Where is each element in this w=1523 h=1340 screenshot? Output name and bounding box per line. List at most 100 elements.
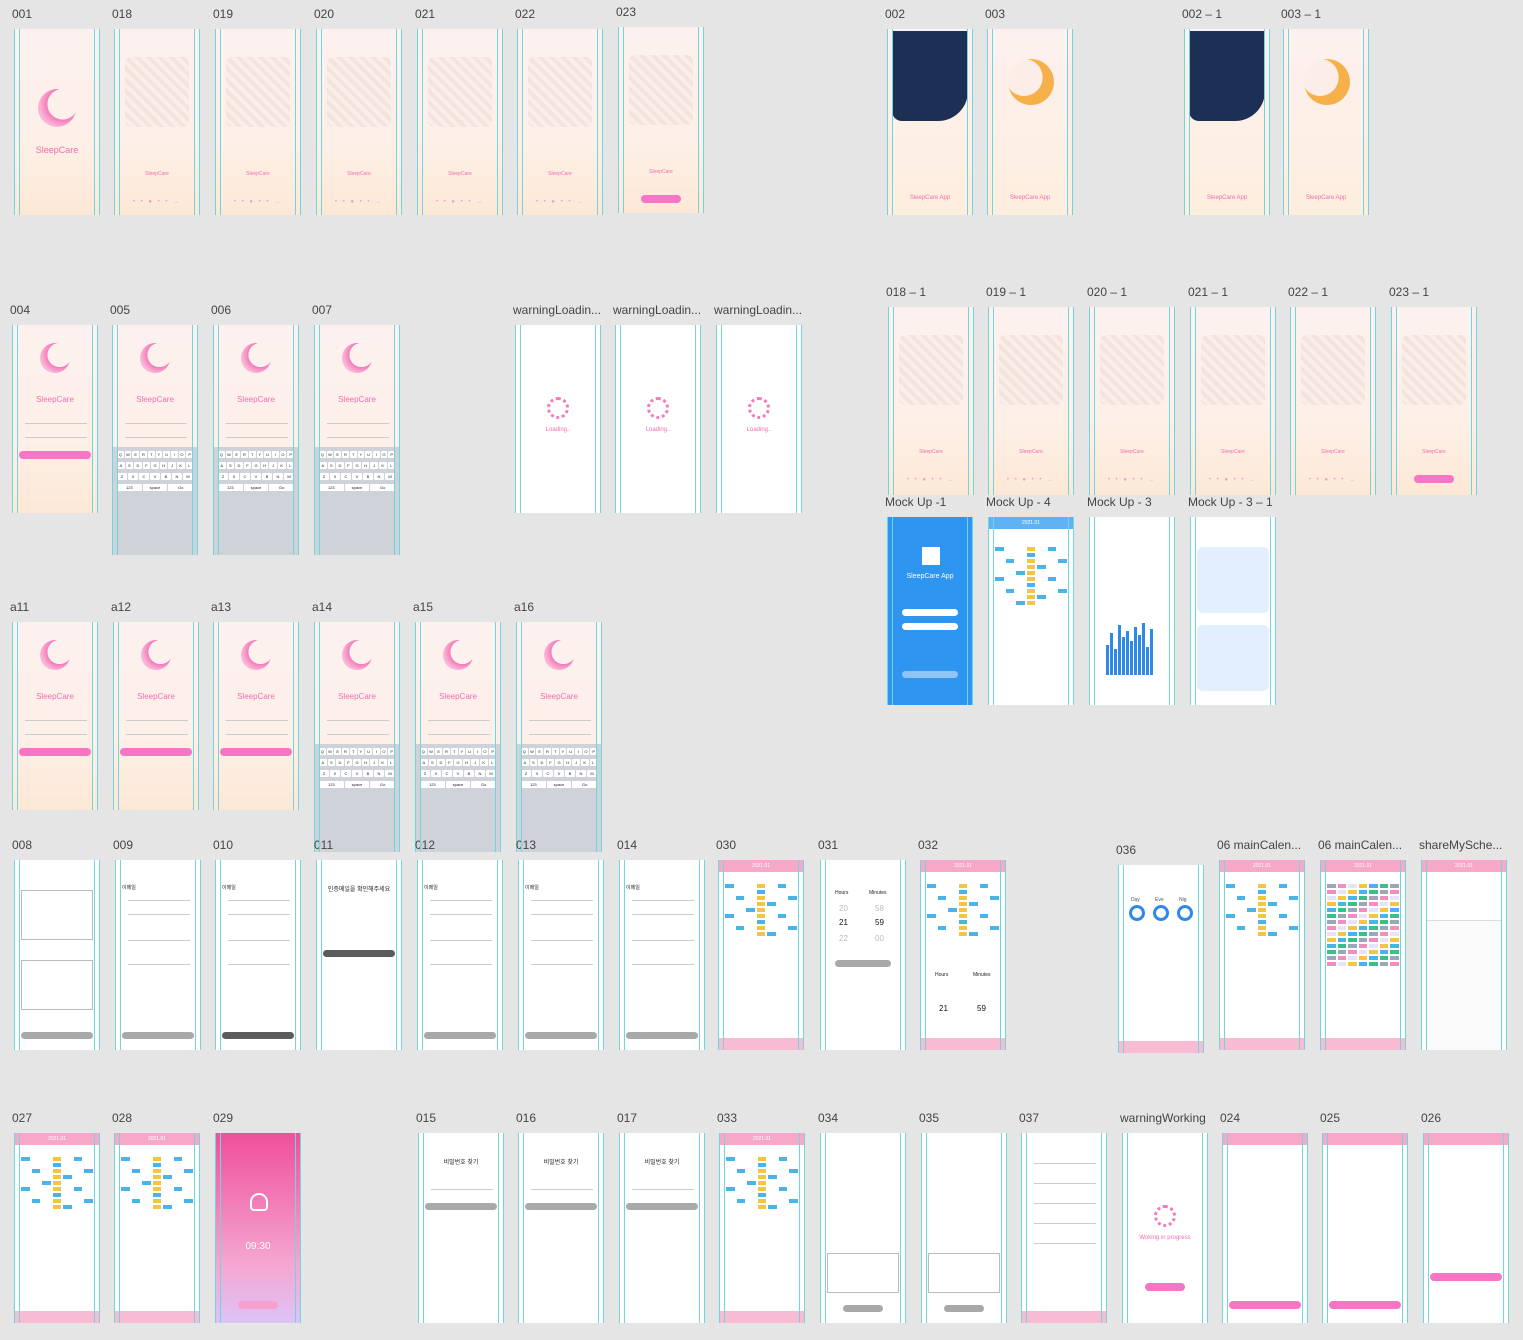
calendar-day-cell[interactable] <box>788 932 797 936</box>
calendar-day-cell[interactable] <box>1379 950 1389 954</box>
input-underline[interactable] <box>125 423 187 424</box>
calendar-day-cell[interactable] <box>1289 896 1298 900</box>
calendar-day-cell[interactable] <box>1337 914 1347 918</box>
calendar-day-cell[interactable] <box>1390 920 1399 924</box>
calendar-day-cell[interactable] <box>948 884 957 888</box>
calendar-day-cell[interactable] <box>789 1175 798 1179</box>
start-button[interactable] <box>641 195 681 203</box>
calendar-day-cell[interactable] <box>1327 890 1336 894</box>
key[interactable]: H <box>159 462 168 469</box>
calendar-day-cell[interactable] <box>1379 908 1389 912</box>
calendar-day-cell[interactable] <box>1048 559 1057 563</box>
calendar-day-cell[interactable] <box>1348 908 1357 912</box>
calendar-day-cell[interactable] <box>163 1181 172 1185</box>
calendar-day-cell[interactable] <box>63 1169 72 1173</box>
bottom-tab-bar[interactable] <box>720 1311 804 1323</box>
calendar-day-cell[interactable] <box>778 902 787 906</box>
login-button[interactable] <box>19 451 91 459</box>
calendar-day-cell[interactable] <box>1337 926 1347 930</box>
calendar-day-cell[interactable] <box>1058 559 1067 563</box>
calendar-day-cell[interactable] <box>1379 890 1389 894</box>
key[interactable]: L <box>387 759 396 766</box>
calendar-day-cell[interactable] <box>768 1181 777 1185</box>
calendar-day-cell[interactable] <box>1279 932 1288 936</box>
calendar-day-cell[interactable] <box>1327 902 1336 906</box>
key[interactable]: O <box>582 748 590 755</box>
calendar-day-cell[interactable] <box>1058 565 1067 569</box>
calendar-day-cell[interactable] <box>927 902 936 906</box>
calendar-day-cell[interactable] <box>1390 908 1399 912</box>
calendar-day-cell[interactable] <box>1337 890 1347 894</box>
terms-box[interactable] <box>21 890 93 940</box>
calendar-day-cell[interactable] <box>1058 547 1067 551</box>
calendar-day-cell[interactable] <box>1279 926 1288 930</box>
calendar-day-cell[interactable] <box>1358 920 1368 924</box>
key[interactable]: R <box>544 748 551 755</box>
key[interactable]: I <box>372 748 380 755</box>
key[interactable]: space <box>243 484 269 491</box>
input-underline[interactable] <box>228 900 290 901</box>
calendar-day-cell[interactable] <box>1369 890 1378 894</box>
calendar-day-cell[interactable] <box>152 1175 162 1179</box>
set-time-button[interactable] <box>835 960 891 967</box>
key[interactable]: J <box>370 759 378 766</box>
calendar-day-cell[interactable] <box>1268 902 1277 906</box>
calendar-day-cell[interactable] <box>74 1169 83 1173</box>
calendar-day-cell[interactable] <box>1026 559 1036 563</box>
key[interactable]: E <box>334 748 342 755</box>
calendar-day-cell[interactable] <box>1006 553 1015 557</box>
key[interactable]: B <box>363 770 373 777</box>
calendar-day-cell[interactable] <box>1037 577 1046 581</box>
calendar-day-cell[interactable] <box>1358 962 1368 966</box>
calendar-day-cell[interactable] <box>725 920 734 924</box>
calendar-day-cell[interactable] <box>1390 884 1399 888</box>
calendar-day-cell[interactable] <box>1226 920 1235 924</box>
calendar-day-cell[interactable] <box>1268 884 1277 888</box>
input-underline[interactable] <box>632 1189 694 1190</box>
artboard-frame[interactable]: Mock Up - 3 – 1 <box>1188 495 1276 705</box>
calendar-day-cell[interactable] <box>1279 896 1288 900</box>
calendar-day-cell[interactable] <box>32 1193 41 1197</box>
artboard-frame[interactable]: 024 <box>1220 1111 1308 1323</box>
calendar-day-cell[interactable] <box>747 1205 756 1209</box>
calendar-day-cell[interactable] <box>969 902 978 906</box>
key[interactable]: M <box>587 770 597 777</box>
calendar-day-cell[interactable] <box>84 1187 93 1191</box>
calendar-day-cell[interactable] <box>163 1157 172 1161</box>
key[interactable]: 123 <box>319 484 344 491</box>
key[interactable]: P <box>489 748 497 755</box>
calendar-day-cell[interactable] <box>84 1205 93 1209</box>
mock-input[interactable] <box>902 623 958 630</box>
virtual-keyboard[interactable]: Q W E R T Y U I O P A S D F G H J K L Z X C V B N M 123 space Go <box>416 744 500 852</box>
calendar-day-cell[interactable] <box>1369 944 1378 948</box>
calendar-day-cell[interactable] <box>726 1169 735 1173</box>
calendar-day-cell[interactable] <box>142 1157 151 1161</box>
calendar-grid[interactable] <box>1226 884 1298 936</box>
calendar-day-cell[interactable] <box>1247 914 1256 918</box>
memo-box[interactable] <box>827 1253 899 1293</box>
calendar-day-cell[interactable] <box>1327 884 1336 888</box>
key[interactable]: X <box>229 473 239 480</box>
calendar-day-cell[interactable] <box>63 1205 72 1209</box>
calendar-day-cell[interactable] <box>174 1199 183 1203</box>
key[interactable]: P <box>388 451 396 458</box>
calendar-day-cell[interactable] <box>174 1175 183 1179</box>
calendar-day-cell[interactable] <box>1048 589 1057 593</box>
key[interactable]: P <box>590 748 598 755</box>
key[interactable]: B <box>363 473 373 480</box>
calendar-day-cell[interactable] <box>1226 884 1235 888</box>
key[interactable]: W <box>124 451 132 458</box>
calendar-day-cell[interactable] <box>747 1199 756 1203</box>
calendar-day-cell[interactable] <box>995 583 1004 587</box>
key[interactable]: M <box>183 473 193 480</box>
calendar-day-cell[interactable] <box>131 1169 141 1173</box>
calendar-day-cell[interactable] <box>1369 914 1378 918</box>
calendar-day-cell[interactable] <box>1026 577 1036 581</box>
calendar-day-cell[interactable] <box>1268 896 1277 900</box>
calendar-day-cell[interactable] <box>1348 932 1357 936</box>
calendar-day-cell[interactable] <box>1369 962 1378 966</box>
key[interactable]: F <box>243 462 252 469</box>
calendar-day-cell[interactable] <box>757 1181 767 1185</box>
key[interactable]: B <box>565 770 575 777</box>
calendar-day-cell[interactable] <box>736 908 745 912</box>
